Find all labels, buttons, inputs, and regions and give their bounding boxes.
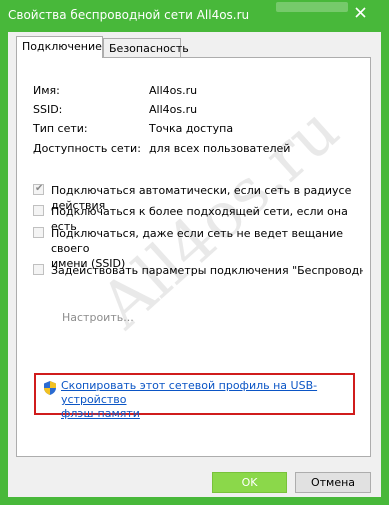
- name-value: All4os.ru: [149, 84, 198, 97]
- availability-value: для всех пользователей: [149, 142, 291, 155]
- configure-link[interactable]: Настроить...: [62, 311, 134, 324]
- tab-connection-label: Подключение: [22, 40, 102, 53]
- connection-panel: All4os.ru Имя: All4os.ru SSID: All4os.ru…: [16, 57, 371, 457]
- copy-profile-line2: флэш-памяти: [61, 407, 140, 420]
- type-value: Точка доступа: [149, 122, 234, 135]
- cancel-button[interactable]: Отмена: [295, 472, 371, 493]
- tab-security[interactable]: Безопасность: [103, 38, 189, 57]
- tab-connection[interactable]: Подключение: [16, 36, 103, 58]
- intel-params-label: Задействовать параметры подключения "Бес…: [51, 264, 363, 277]
- shield-icon: [42, 380, 58, 396]
- copy-profile-line1: Скопировать этот сетевой профиль на USB-…: [61, 379, 318, 406]
- name-label: Имя:: [33, 84, 60, 97]
- ssid-value: All4os.ru: [149, 103, 198, 116]
- auto-connect-checkbox[interactable]: ✔: [33, 183, 44, 195]
- availability-label: Доступность сети:: [33, 142, 141, 155]
- dialog-body: Подключение Безопасность All4os.ru Имя: …: [8, 32, 381, 497]
- ok-button[interactable]: OK: [212, 472, 287, 493]
- ssid-label: SSID:: [33, 103, 63, 116]
- ok-button-label: OK: [241, 476, 258, 489]
- title-blur: [276, 2, 348, 12]
- checkmark-icon: ✔: [35, 183, 44, 194]
- close-button[interactable]: [343, 4, 377, 24]
- hidden-ssid-line1: Подключаться, даже если сеть не ведет ве…: [51, 227, 343, 255]
- window-title: Свойства беспроводной сети All4os.ru: [8, 8, 250, 22]
- prefer-better-checkbox[interactable]: [33, 205, 44, 216]
- copy-profile-link[interactable]: Скопировать этот сетевой профиль на USB-…: [61, 379, 351, 421]
- copy-profile-highlight: Скопировать этот сетевой профиль на USB-…: [34, 373, 355, 420]
- intel-params-option[interactable]: Задействовать параметры подключения "Бес…: [33, 263, 363, 279]
- title-bar[interactable]: Свойства беспроводной сети All4os.ru: [0, 0, 389, 32]
- intel-params-checkbox[interactable]: [33, 264, 44, 275]
- cancel-button-label: Отмена: [310, 476, 356, 489]
- hidden-ssid-checkbox[interactable]: [33, 227, 44, 238]
- type-label: Тип сети:: [33, 122, 88, 135]
- tab-security-label: Безопасность: [109, 42, 189, 55]
- close-icon: [354, 7, 366, 21]
- dialog-window: Свойства беспроводной сети All4os.ru Под…: [0, 0, 389, 505]
